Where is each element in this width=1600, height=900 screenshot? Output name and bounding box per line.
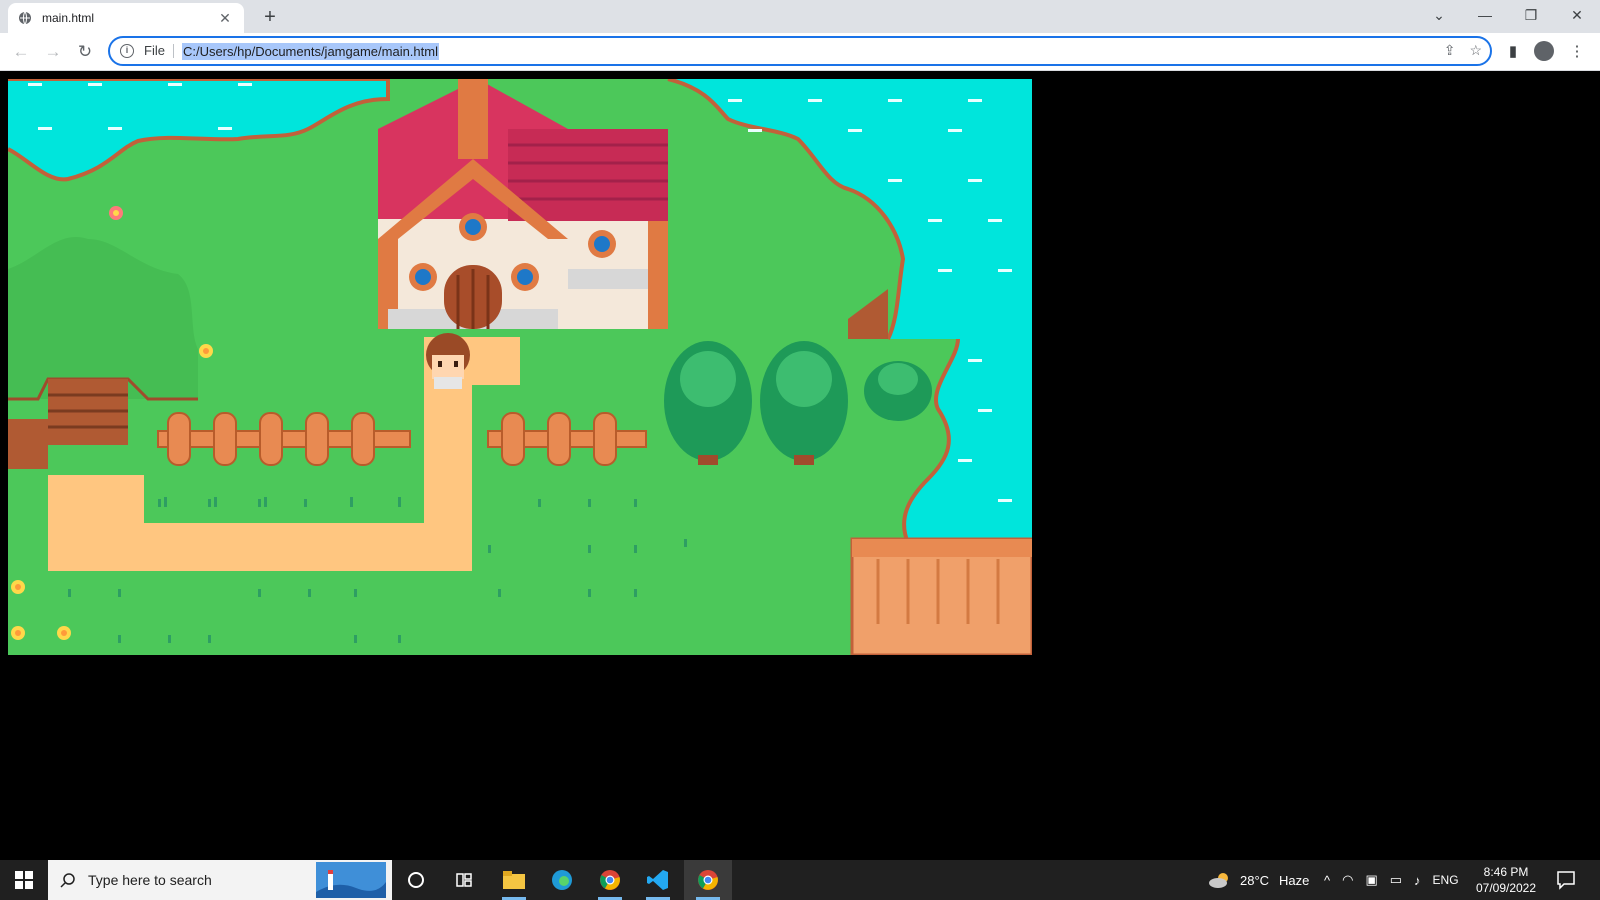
- globe-icon: [19, 11, 31, 25]
- menu-icon[interactable]: ⋮: [1566, 41, 1588, 63]
- weather-text: Haze: [1279, 872, 1310, 888]
- browser-toolbar: ← → ↻ i File C:/Users/hp/Documents/jamga…: [0, 33, 1600, 71]
- vscode-logo-icon: [647, 870, 668, 890]
- taskbar-search-box[interactable]: Type here to search: [48, 860, 392, 900]
- tab-close-icon[interactable]: ✕: [216, 10, 234, 27]
- new-tab-button[interactable]: +: [258, 5, 282, 29]
- weather-widget[interactable]: 28°C Haze: [1208, 860, 1309, 900]
- share-icon[interactable]: ⇪: [1444, 42, 1456, 59]
- reload-icon[interactable]: ↻: [72, 39, 98, 65]
- address-bar[interactable]: i File C:/Users/hp/Documents/jamgame/mai…: [108, 36, 1492, 66]
- profile-avatar[interactable]: [1534, 41, 1556, 63]
- browser-tab-strip: main.html ✕ + ⌄ — ❐ ✕: [0, 0, 1600, 33]
- system-tray: ^ ◠ ▣ ▭ ♪ ENG: [1324, 860, 1459, 900]
- weather-temp: 28°C: [1240, 872, 1270, 888]
- edge-logo-icon: [552, 870, 572, 890]
- cliff-left-face: [8, 419, 48, 469]
- info-icon[interactable]: i: [120, 44, 134, 58]
- clock-date: 07/09/2022: [1475, 881, 1537, 895]
- start-button[interactable]: [0, 860, 48, 900]
- chevron-up-icon[interactable]: ^: [1324, 873, 1330, 888]
- clock-time: 8:46 PM: [1483, 865, 1529, 879]
- meet-now-icon[interactable]: ▣: [1365, 872, 1377, 888]
- omnibox-scheme: File: [144, 44, 174, 58]
- task-view-grid-icon: [456, 873, 472, 887]
- side-panel-icon[interactable]: ▮: [1502, 41, 1524, 63]
- task-view-icon[interactable]: [392, 860, 440, 900]
- minimize-button[interactable]: —: [1462, 0, 1508, 33]
- chrome-active-icon[interactable]: [684, 860, 732, 900]
- search-highlight-icon: [316, 862, 386, 898]
- language-indicator[interactable]: ENG: [1433, 873, 1459, 887]
- search-placeholder: Type here to search: [88, 872, 212, 888]
- notification-icon[interactable]: [1556, 870, 1576, 890]
- file-explorer-icon[interactable]: [490, 860, 538, 900]
- chrome-logo-icon: [698, 870, 718, 890]
- volume-icon[interactable]: ♪: [1414, 873, 1421, 888]
- edge-icon[interactable]: [538, 860, 586, 900]
- windows-logo-icon: [15, 871, 33, 889]
- tab-title: main.html: [42, 11, 95, 25]
- tab-search-icon[interactable]: ⌄: [1416, 0, 1462, 33]
- search-icon: [60, 873, 75, 888]
- profile-icon: [1534, 41, 1554, 61]
- wifi-icon[interactable]: ◠: [1342, 872, 1353, 888]
- bookmark-star-icon[interactable]: ☆: [1469, 42, 1482, 59]
- chrome-logo-icon: [600, 870, 620, 890]
- folder-icon: [503, 871, 525, 889]
- back-icon[interactable]: ←: [8, 39, 34, 65]
- clock[interactable]: 8:46 PM 07/09/2022: [1468, 864, 1544, 896]
- chrome-icon[interactable]: [586, 860, 634, 900]
- wooden-dock: [850, 537, 1032, 655]
- close-window-button[interactable]: ✕: [1554, 0, 1600, 33]
- game-canvas[interactable]: [8, 79, 1032, 655]
- battery-icon[interactable]: ▭: [1390, 872, 1402, 888]
- omnibox-url[interactable]: C:/Users/hp/Documents/jamgame/main.html: [181, 42, 439, 60]
- tab-main-html[interactable]: main.html ✕: [8, 3, 244, 33]
- widgets-icon[interactable]: [440, 860, 488, 900]
- cortana-circle-icon: [408, 872, 424, 888]
- page-viewport: [0, 72, 1600, 860]
- bush: [864, 361, 932, 421]
- windows-taskbar: Type here to search 28°C Haze ^ ◠ ▣ ▭ ♪ …: [0, 860, 1600, 900]
- restore-button[interactable]: ❐: [1508, 0, 1554, 33]
- forward-icon[interactable]: →: [40, 39, 66, 65]
- weather-haze-icon: [1209, 873, 1228, 888]
- vscode-icon[interactable]: [634, 860, 682, 900]
